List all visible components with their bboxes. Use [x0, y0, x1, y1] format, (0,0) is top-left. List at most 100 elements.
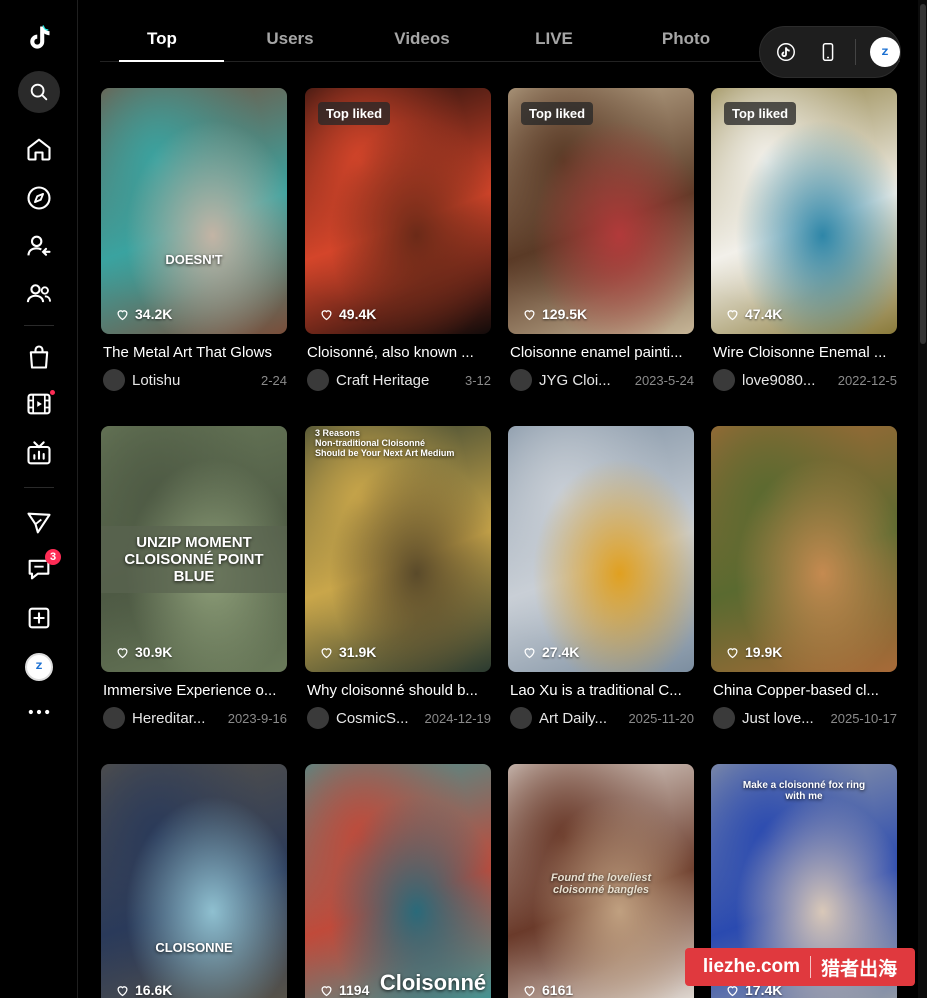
like-count-value: 6161	[542, 982, 574, 998]
video-meta: CosmicS... 2024-12-19	[305, 707, 491, 729]
video-meta: Hereditar... 2023-9-16	[101, 707, 287, 729]
author-name[interactable]: JYG Cloi...	[539, 372, 629, 389]
video-title[interactable]: Wire Cloisonne Enemal ...	[711, 344, 893, 361]
video-title[interactable]: Cloisonné, also known ...	[305, 344, 487, 361]
like-count-value: 16.6K	[135, 982, 173, 998]
video-thumbnail[interactable]: Cloisonné 1194	[305, 764, 491, 998]
friends-icon[interactable]	[19, 274, 59, 314]
video-thumbnail[interactable]: 3 Reasons Non-traditional Cloisonné Shou…	[305, 426, 491, 672]
more-ellipsis-icon[interactable]	[19, 692, 59, 732]
video-meta: JYG Cloi... 2023-5-24	[508, 369, 694, 391]
video-thumbnail[interactable]: 27.4K	[508, 426, 694, 672]
video-card[interactable]: 3 Reasons Non-traditional Cloisonné Shou…	[305, 426, 491, 729]
shop-bag-icon[interactable]	[19, 337, 59, 377]
video-thumbnail[interactable]: DOESN'T 34.2K	[101, 88, 287, 334]
author-avatar[interactable]	[510, 369, 532, 391]
thumbnail-caption: UNZIP MOMENT CLOISONNÉ POINT BLUE	[101, 526, 287, 593]
heart-icon	[524, 647, 535, 658]
video-thumbnail[interactable]: Top liked 47.4K	[711, 88, 897, 334]
watermark-right: 猎者出海	[821, 958, 898, 980]
live-film-icon[interactable]	[19, 384, 59, 424]
author-name[interactable]: Art Daily...	[539, 710, 622, 727]
heart-icon	[524, 309, 535, 320]
video-title[interactable]: The Metal Art That Glows	[101, 344, 283, 361]
like-count: 27.4K	[522, 644, 579, 660]
video-title[interactable]: Lao Xu is a traditional C...	[508, 682, 690, 699]
post-date: 2023-9-16	[227, 710, 287, 726]
video-title[interactable]: Why cloisonné should b...	[305, 682, 487, 699]
watermark: liezhe.com 猎者出海	[685, 948, 915, 986]
video-thumbnail[interactable]: 19.9K	[711, 426, 897, 672]
author-name[interactable]: Just love...	[742, 710, 825, 727]
author-avatar[interactable]	[713, 369, 735, 391]
author-avatar[interactable]	[510, 707, 532, 729]
send-paperplane-icon[interactable]	[19, 503, 59, 543]
video-card[interactable]: Top liked 49.4K Cloisonné, also known ... C…	[305, 88, 491, 391]
author-avatar[interactable]	[713, 707, 735, 729]
like-count-value: 31.9K	[339, 644, 377, 660]
messages-icon[interactable]: 3	[19, 549, 61, 589]
video-title[interactable]: Cloisonne enamel painti...	[508, 344, 690, 361]
video-card[interactable]: Top liked 47.4K Wire Cloisonne Enemal ... l…	[711, 88, 897, 391]
heart-icon	[321, 309, 332, 320]
messages-badge: 3	[45, 549, 61, 565]
scrollbar[interactable]	[918, 0, 927, 998]
mobile-device-icon[interactable]	[814, 38, 842, 66]
thumbnail-caption: 3 Reasons Non-traditional Cloisonné Shou…	[315, 428, 455, 458]
tiktok-logo-icon[interactable]	[19, 17, 59, 57]
explore-compass-icon[interactable]	[19, 178, 59, 218]
author-name[interactable]: CosmicS...	[336, 710, 419, 727]
heart-icon	[321, 647, 332, 658]
tab-photo[interactable]: Photo	[620, 14, 752, 61]
video-title[interactable]: Immersive Experience o...	[101, 682, 283, 699]
like-count: 30.9K	[115, 644, 172, 660]
tab-live[interactable]: LIVE	[488, 14, 620, 61]
tab-videos[interactable]: Videos	[356, 14, 488, 61]
author-avatar[interactable]	[103, 369, 125, 391]
following-icon[interactable]	[19, 226, 59, 266]
video-card[interactable]: CLOISONNE 16.6K	[101, 764, 287, 998]
like-count-value: 27.4K	[542, 644, 580, 660]
search-icon[interactable]	[18, 71, 60, 113]
video-thumbnail[interactable]: CLOISONNE 16.6K	[101, 764, 287, 998]
profile-avatar-image: Z	[25, 653, 53, 681]
author-avatar[interactable]	[103, 707, 125, 729]
upload-plus-icon[interactable]	[19, 598, 59, 638]
post-date: 2023-5-24	[634, 372, 694, 388]
author-name[interactable]: Hereditar...	[132, 710, 222, 727]
heart-icon	[117, 985, 128, 996]
video-card[interactable]: Top liked 129.5K Cloisonne enamel painti..…	[508, 88, 694, 391]
video-card[interactable]: UNZIP MOMENT CLOISONNÉ POINT BLUE 30.9K Im…	[101, 426, 287, 729]
top-liked-badge: Top liked	[318, 102, 391, 125]
video-card[interactable]: Found the loveliest cloisonné bangles 616…	[508, 764, 694, 998]
thumbnail-caption: CLOISONNE	[155, 940, 233, 955]
like-count-value: 30.9K	[135, 644, 173, 660]
video-meta: Craft Heritage 3-12	[305, 369, 491, 391]
tiktok-mode-icon[interactable]	[772, 38, 800, 66]
video-title[interactable]: China Copper-based cl...	[711, 682, 893, 699]
svg-text:Z: Z	[882, 47, 889, 58]
live-tv-icon[interactable]	[19, 434, 59, 474]
home-icon[interactable]	[19, 129, 59, 169]
author-avatar[interactable]	[307, 707, 329, 729]
author-name[interactable]: Craft Heritage	[336, 372, 459, 389]
video-thumbnail[interactable]: Top liked 129.5K	[508, 88, 694, 334]
author-name[interactable]: love9080...	[742, 372, 832, 389]
video-card[interactable]: 19.9K China Copper-based cl... Just love..…	[711, 426, 897, 729]
tab-top[interactable]: Top	[100, 14, 224, 62]
scrollbar-thumb[interactable]	[920, 4, 926, 344]
video-thumbnail[interactable]: UNZIP MOMENT CLOISONNÉ POINT BLUE 30.9K	[101, 426, 287, 672]
like-count: 6161	[522, 982, 573, 998]
tab-users[interactable]: Users	[224, 14, 356, 61]
author-avatar[interactable]	[307, 369, 329, 391]
thumbnail-caption: Cloisonné	[379, 970, 487, 995]
author-name[interactable]: Lotishu	[132, 372, 255, 389]
video-card[interactable]: DOESN'T 34.2K The Metal Art That Glows Loti…	[101, 88, 287, 391]
video-thumbnail[interactable]: Top liked 49.4K	[305, 88, 491, 334]
video-card[interactable]: 27.4K Lao Xu is a traditional C... Art Dai…	[508, 426, 694, 729]
devbar-avatar[interactable]: Z	[870, 37, 900, 67]
profile-avatar[interactable]: Z	[19, 647, 59, 687]
like-count: 34.2K	[115, 306, 172, 322]
video-thumbnail[interactable]: Found the loveliest cloisonné bangles 616…	[508, 764, 694, 998]
video-card[interactable]: Cloisonné 1194	[305, 764, 491, 998]
